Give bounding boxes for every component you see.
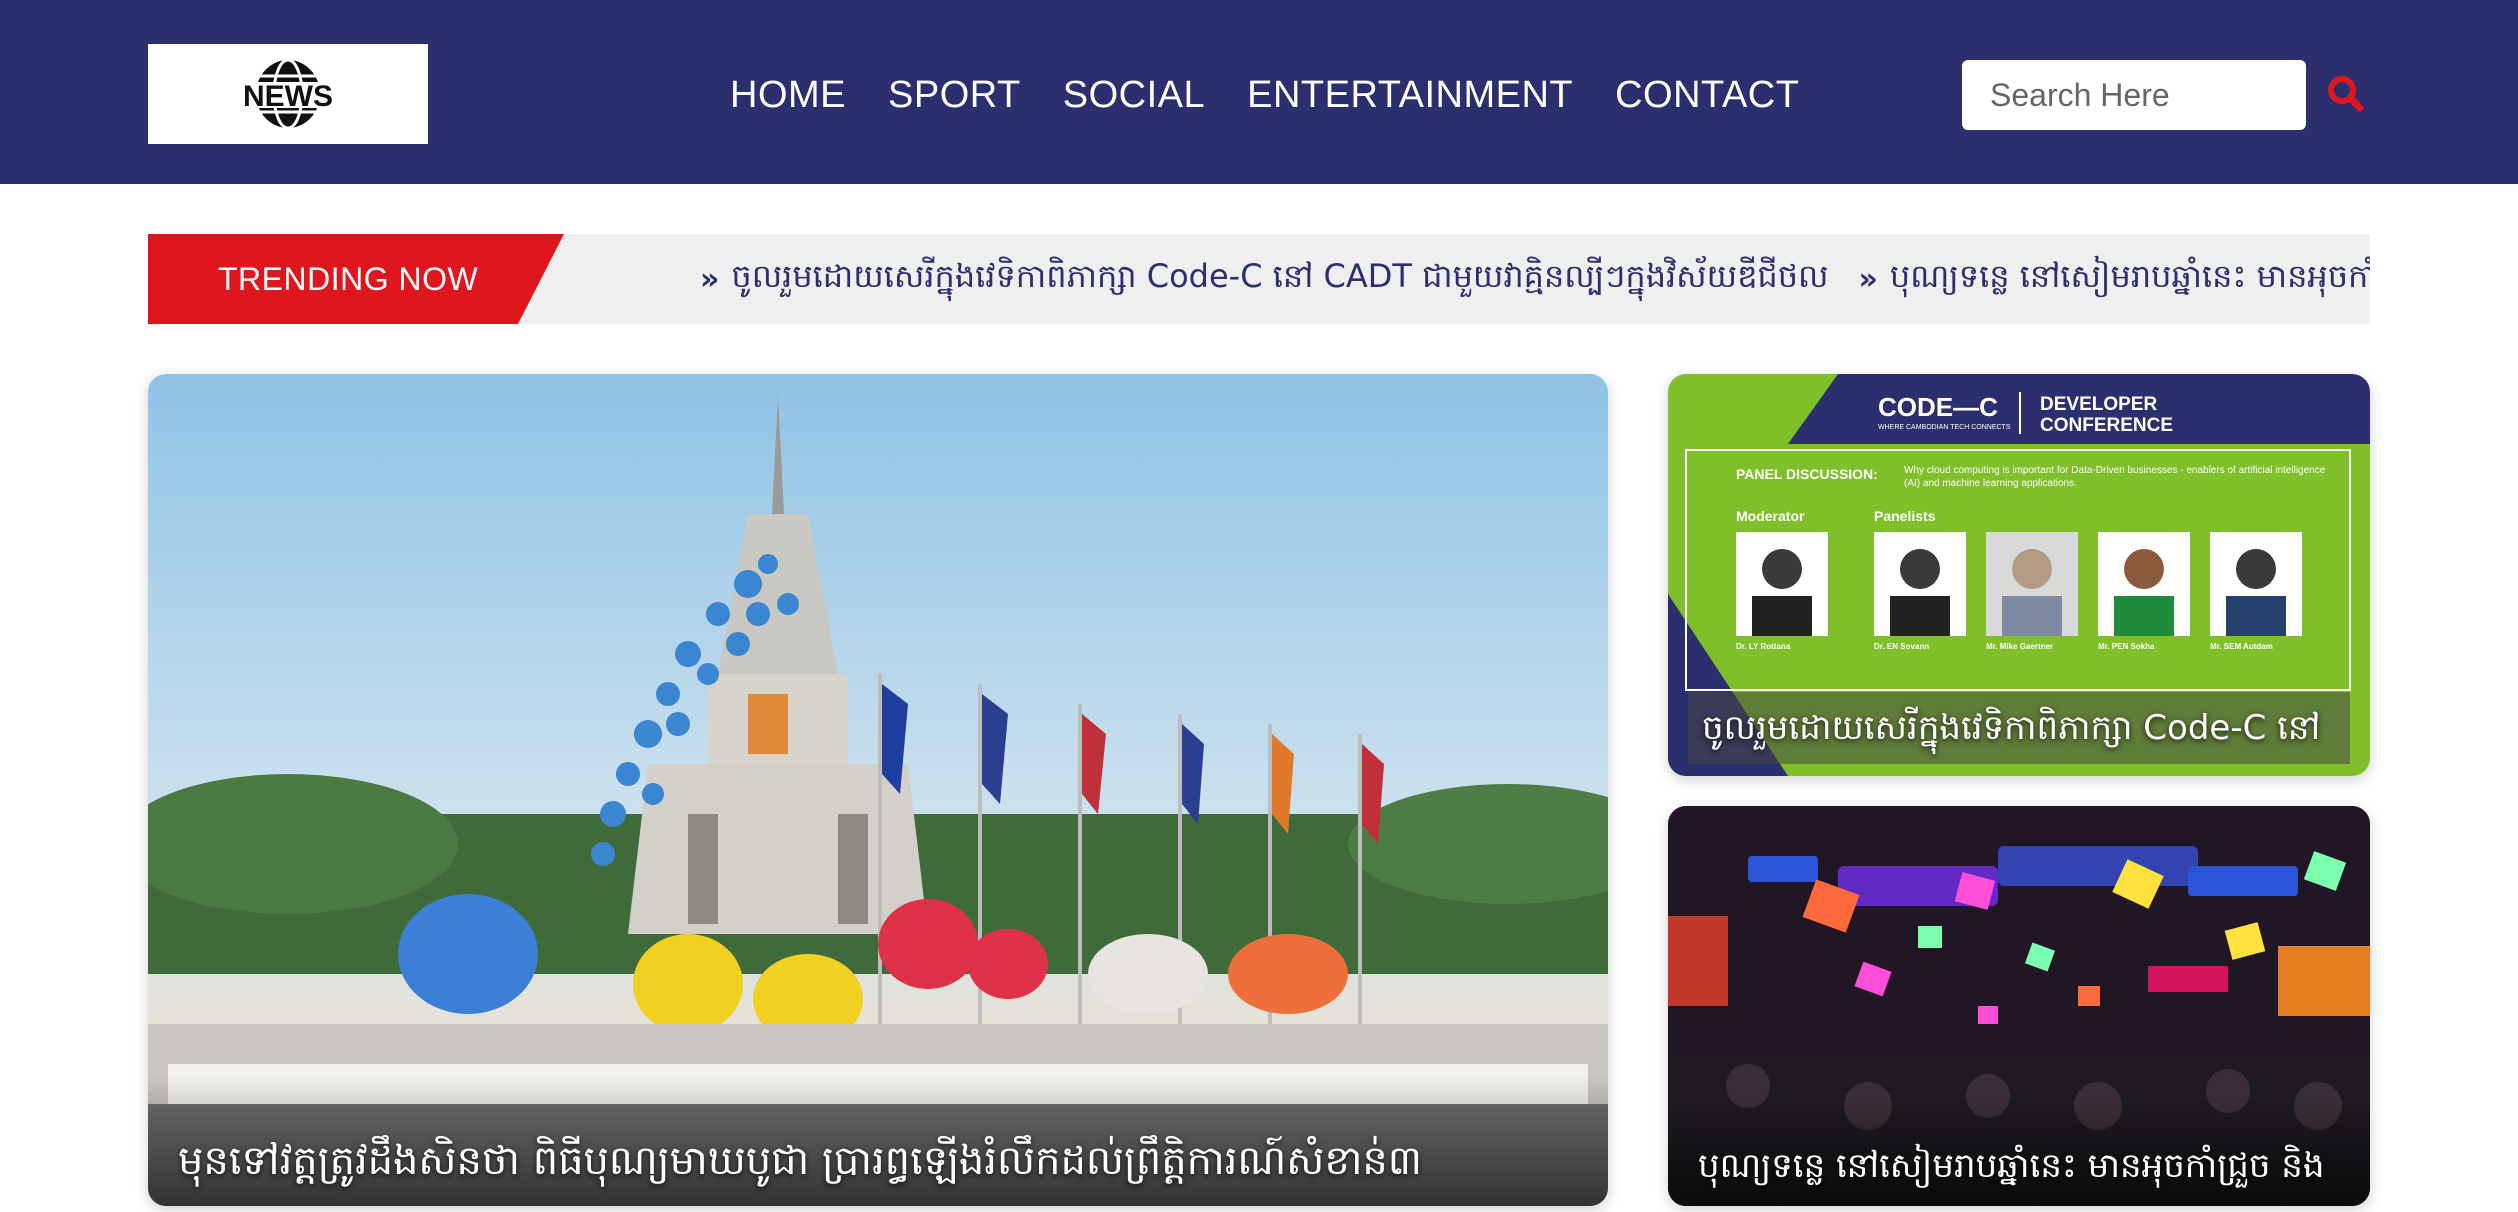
logo-text: NEWS bbox=[243, 80, 333, 113]
featured-article-card[interactable]: មុនទៅវត្តត្រូវដឹងសិនថា ពិធីបុណ្យមាឃបូជា … bbox=[148, 374, 1608, 1206]
side-article-card[interactable]: បុណ្យទន្លេ នៅសៀមរាបឆ្នាំនេះ មានអុចកាំជ្រ… bbox=[1668, 806, 2370, 1206]
poster-panel-topic: Why cloud computing is important for Dat… bbox=[1904, 465, 2326, 489]
poster-event-line1: DEVELOPER bbox=[2040, 394, 2158, 415]
featured-article-title[interactable]: មុនទៅវត្តត្រូវដឹងសិនថា ពិធីបុណ្យមាឃបូជា … bbox=[148, 1076, 1608, 1206]
poster-person-name: Mr. Mike Gaertner bbox=[1986, 642, 2054, 651]
site-header: NEWS HOME SPORT SOCIAL ENTERTAINMENT CON… bbox=[0, 0, 2518, 184]
side-article-title[interactable]: បុណ្យទន្លេ នៅសៀមរាបឆ្នាំនេះ មានអុចកាំជ្រ… bbox=[1668, 1096, 2370, 1206]
trending-item[interactable]: » ចូលរួមដោយសេរីក្នុងវេទិកាពិភាក្សា Code-… bbox=[700, 256, 1829, 303]
nav-sport[interactable]: SPORT bbox=[888, 60, 1021, 130]
poster-tagline: WHERE CAMBODIAN TECH CONNECTS bbox=[1878, 424, 2011, 431]
trending-item-text: បុណ្យទន្លេ នៅសៀមរាបឆ្នាំនេះ មានអុចកាំជ្រ… bbox=[1889, 256, 2370, 295]
globe-logo-icon: NEWS bbox=[203, 58, 373, 130]
poster-person-name: Dr. LY Rottana bbox=[1736, 642, 1791, 651]
poster-brand: CODE—C bbox=[1878, 392, 1998, 422]
poster-event: DEVELOPER CONFERENCE bbox=[2040, 394, 2173, 436]
trending-label-text: TRENDING NOW bbox=[218, 261, 479, 297]
poster-event-line2: CONFERENCE bbox=[2040, 415, 2174, 436]
poster-person-name: Mr. PEN Sokha bbox=[2098, 642, 2155, 651]
trending-ticker: » ចូលរួមដោយសេរីក្នុងវេទិកាពិភាក្សា Code-… bbox=[700, 234, 2370, 324]
search-button[interactable] bbox=[2322, 70, 2372, 120]
nav-contact[interactable]: CONTACT bbox=[1615, 60, 1799, 130]
poster-person-name: Mr. SEM Autdam bbox=[2210, 642, 2273, 651]
double-chevron-right-icon: » bbox=[700, 261, 720, 297]
nav-home[interactable]: HOME bbox=[730, 60, 846, 130]
poster-person-name: Dr. EN Sovann bbox=[1874, 642, 1930, 651]
trending-item[interactable]: » បុណ្យទន្លេ នៅសៀមរាបឆ្នាំនេះ មានអុចកាំជ… bbox=[1859, 256, 2371, 303]
poster-panel-label: PANEL DISCUSSION: bbox=[1736, 466, 1878, 482]
side-article-title[interactable]: ចូលរួមដោយសេរីក្នុងវេទិកាពិភាក្សា Code-C … bbox=[1688, 692, 2350, 764]
poster-moderator-label: Moderator bbox=[1736, 508, 1805, 524]
trending-item-text: ចូលរួមដោយសេរីក្នុងវេទិកាពិភាក្សា Code-C … bbox=[731, 256, 1829, 295]
trending-bar: TRENDING NOW » ចូលរួមដោយសេរីក្នុងវេទិកាព… bbox=[148, 234, 2370, 324]
nav-social[interactable]: SOCIAL bbox=[1063, 60, 1205, 130]
nav-entertainment[interactable]: ENTERTAINMENT bbox=[1247, 60, 1573, 130]
search-icon bbox=[2328, 76, 2364, 112]
search-input[interactable] bbox=[1962, 60, 2306, 130]
site-logo[interactable]: NEWS bbox=[148, 44, 428, 144]
side-article-card[interactable]: CODE—C WHERE CAMBODIAN TECH CONNECTS DEV… bbox=[1668, 374, 2370, 776]
poster-panelists-label: Panelists bbox=[1874, 508, 1936, 524]
main-nav: HOME SPORT SOCIAL ENTERTAINMENT CONTACT bbox=[730, 60, 1841, 130]
double-chevron-right-icon: » bbox=[1858, 261, 1878, 297]
trending-label: TRENDING NOW bbox=[148, 234, 564, 324]
